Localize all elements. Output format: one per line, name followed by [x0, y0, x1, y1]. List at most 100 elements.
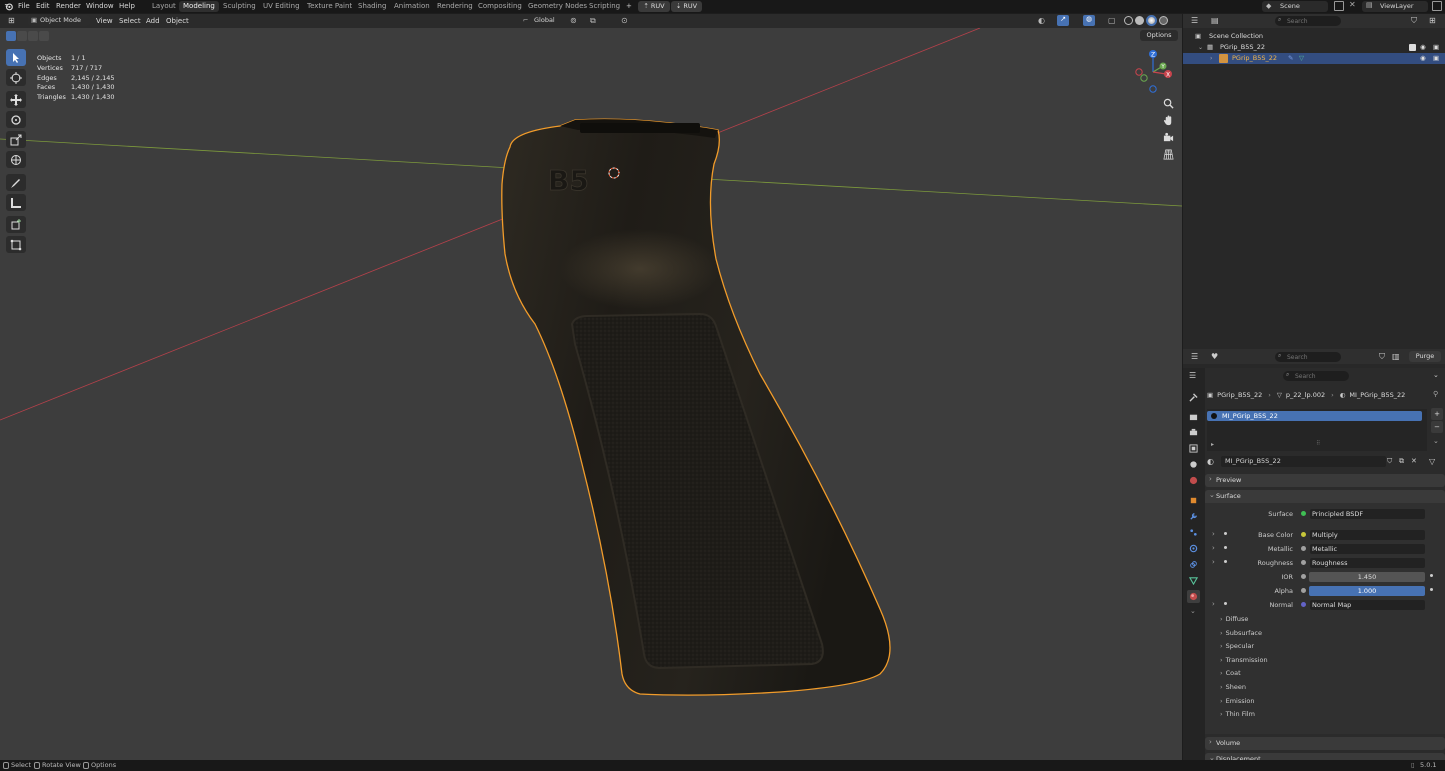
preview-panel-header[interactable]: › Preview: [1205, 474, 1445, 487]
properties-search-input[interactable]: [1295, 371, 1345, 381]
cursor-tool-button[interactable]: [6, 69, 26, 86]
material-slot[interactable]: MI_PGrip_B5S_22: [1207, 411, 1422, 421]
keyframe-dot-icon[interactable]: [1430, 574, 1433, 577]
zoom-view-button[interactable]: [1160, 95, 1176, 111]
surface-shader-field[interactable]: Principled BSDF: [1310, 509, 1425, 519]
camera-icon[interactable]: ▣: [1433, 42, 1439, 53]
expand-list-icon[interactable]: ▸: [1211, 441, 1214, 448]
add-cube-tool-button[interactable]: [6, 216, 26, 233]
modifier-tab[interactable]: [1187, 510, 1200, 523]
annotate-tool-button[interactable]: [6, 174, 26, 191]
properties-search-field[interactable]: ⌕: [1283, 371, 1349, 381]
metallic-field[interactable]: Metallic: [1310, 544, 1425, 554]
options-icon[interactable]: ⌄: [1433, 371, 1439, 379]
perspective-toggle-button[interactable]: [1160, 146, 1176, 162]
menu-window[interactable]: Window: [86, 0, 114, 13]
tab-sculpting[interactable]: Sculpting: [219, 1, 260, 12]
subpanel-specular[interactable]: › Specular: [1220, 642, 1254, 650]
modifier-wrench-icon[interactable]: ✎: [1288, 53, 1293, 64]
tab-geometry-nodes[interactable]: Geometry Nodes: [524, 1, 591, 12]
blender-logo-icon[interactable]: [4, 2, 13, 11]
render-tab[interactable]: [1187, 410, 1200, 423]
navigation-gizmo[interactable]: Z Y X: [1128, 48, 1180, 98]
ior-field[interactable]: 1.450: [1309, 572, 1425, 582]
camera-view-button[interactable]: [1160, 129, 1176, 145]
chevron-down-icon[interactable]: ⌄: [1198, 42, 1203, 53]
tab-uv-editing[interactable]: UV Editing: [259, 1, 304, 12]
mode-selector[interactable]: ▣ Object Mode: [28, 15, 90, 26]
keyframe-dot-icon[interactable]: [1430, 588, 1433, 591]
roughness-field[interactable]: Roughness: [1310, 558, 1425, 568]
snap-icon[interactable]: ⧉: [590, 16, 596, 26]
wireframe-shading-icon[interactable]: [1124, 16, 1133, 25]
tab-modeling[interactable]: Modeling: [179, 1, 219, 12]
menu-edit[interactable]: Edit: [36, 0, 50, 13]
search-input[interactable]: [1287, 352, 1337, 362]
scene-tab[interactable]: [1187, 458, 1200, 471]
outliner-editor-icon[interactable]: ☰: [1191, 16, 1198, 25]
menu-add[interactable]: Add: [146, 14, 160, 28]
outliner-item-selected[interactable]: › PGrip_B5S_22 ✎ ▽ ◉ ▣: [1183, 53, 1445, 64]
subpanel-subsurface[interactable]: › Subsurface: [1220, 629, 1262, 637]
outliner-item[interactable]: ⌄ ▦ PGrip_B5S_22 ◉ ▣: [1183, 42, 1445, 53]
menu-select[interactable]: Select: [119, 14, 141, 28]
chevron-down-icon[interactable]: ⌄: [1190, 607, 1196, 615]
surface-panel-header[interactable]: ⌄ Surface: [1205, 490, 1445, 503]
transform-tool-button[interactable]: [6, 151, 26, 168]
rotate-tool-button[interactable]: [6, 111, 26, 128]
subpanel-emission[interactable]: › Emission: [1220, 697, 1255, 705]
material-shading-icon[interactable]: [1146, 15, 1157, 26]
tab-animation[interactable]: Animation: [390, 1, 434, 12]
view-layer-selector[interactable]: ▤ ViewLayer: [1362, 1, 1428, 12]
gizmo-toggle-icon[interactable]: ↗: [1057, 15, 1069, 26]
ruv-button-2[interactable]: ⇣ RUV: [671, 1, 702, 12]
editor-type-icon[interactable]: ⊞: [8, 16, 15, 25]
overlay-toggle-icon[interactable]: ◍: [1083, 15, 1095, 26]
select-box-mode-icon[interactable]: [6, 31, 16, 41]
new-scene-icon[interactable]: [1334, 1, 1344, 11]
material-name-field[interactable]: MI_PGrip_B5S_22: [1221, 456, 1386, 467]
material-browse-icon[interactable]: ◐: [1207, 457, 1214, 466]
xray-icon[interactable]: ▢: [1108, 16, 1116, 25]
editor-type-icon[interactable]: ☰: [1189, 371, 1196, 380]
ruv-button-1[interactable]: ⇡ RUV: [638, 1, 670, 12]
scale-tool-button[interactable]: [6, 131, 26, 148]
node-wrangler-tool-button[interactable]: [6, 236, 26, 253]
slot-menu-icon[interactable]: ⌄: [1433, 437, 1439, 445]
menu-help[interactable]: Help: [119, 0, 135, 13]
select-subtract-mode-icon[interactable]: [28, 31, 38, 41]
subpanel-transmission[interactable]: › Transmission: [1220, 656, 1268, 664]
select-intersect-mode-icon[interactable]: [39, 31, 49, 41]
checkbox-icon[interactable]: [1409, 44, 1416, 51]
3d-viewport[interactable]: B5 ⊞ ▣ Object Mode View Select Add Objec…: [0, 14, 1182, 760]
purge-button[interactable]: Purge: [1409, 351, 1441, 362]
orientation-selector[interactable]: ⌐ Global: [521, 15, 565, 26]
visibility-icon[interactable]: ◐: [1038, 16, 1045, 25]
base-color-field[interactable]: Multiply: [1310, 530, 1425, 540]
display-mode-icon[interactable]: ▤: [1211, 16, 1219, 25]
filter-icon[interactable]: ⛉: [1379, 352, 1385, 362]
fake-user-shield-icon[interactable]: ⛉: [1387, 457, 1392, 466]
add-slot-icon[interactable]: +: [1431, 408, 1443, 420]
eye-icon[interactable]: ◉: [1420, 42, 1426, 53]
particles-tab[interactable]: [1187, 526, 1200, 539]
move-tool-button[interactable]: [6, 91, 26, 108]
camera-icon[interactable]: ▣: [1433, 53, 1439, 64]
output-tab[interactable]: [1187, 426, 1200, 439]
subpanel-diffuse[interactable]: › Diffuse: [1220, 615, 1248, 623]
measure-tool-button[interactable]: [6, 194, 26, 211]
constraints-tab[interactable]: [1187, 558, 1200, 571]
menu-file[interactable]: File: [18, 0, 30, 13]
material-type-icon[interactable]: ▽: [1429, 457, 1435, 466]
alpha-field[interactable]: 1.000: [1309, 586, 1425, 596]
pivot-icon[interactable]: ⊚: [570, 16, 577, 25]
resize-handle-icon[interactable]: ⠿: [1316, 440, 1320, 447]
eye-icon[interactable]: ◉: [1420, 53, 1426, 64]
chevron-right-icon[interactable]: ›: [1210, 53, 1212, 64]
delete-icon[interactable]: ▥: [1392, 352, 1400, 361]
scene-selector[interactable]: ◆ Scene: [1262, 1, 1328, 12]
material-tab[interactable]: [1187, 590, 1200, 603]
subpanel-coat[interactable]: › Coat: [1220, 669, 1241, 677]
tab-compositing[interactable]: Compositing: [474, 1, 526, 12]
new-collection-icon[interactable]: ⊞: [1429, 16, 1436, 25]
